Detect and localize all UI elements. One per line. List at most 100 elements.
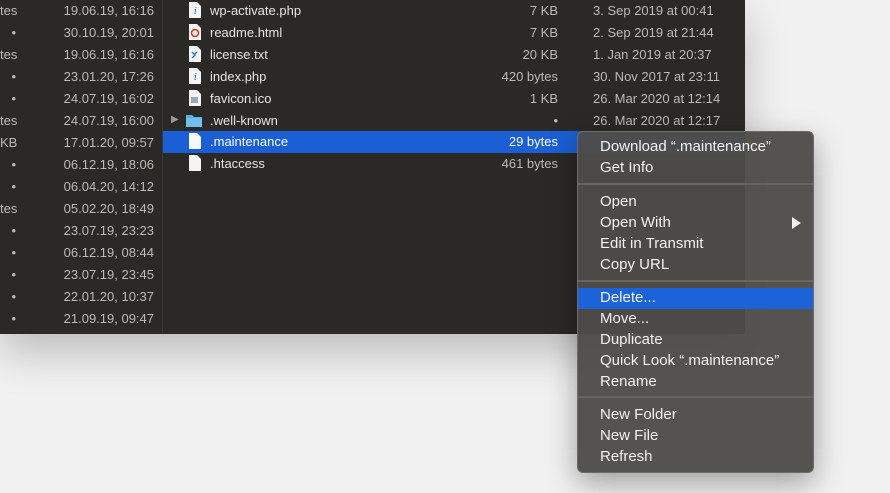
file-row[interactable]: readme.html 7 KB 2. Sep 2019 at 21:44 bbox=[163, 22, 745, 44]
file-name: readme.html bbox=[210, 25, 283, 40]
list-item[interactable]: • 22.01.20, 10:37 bbox=[0, 286, 162, 308]
file-row[interactable]: i wp-activate.php 7 KB 3. Sep 2019 at 00… bbox=[163, 0, 745, 22]
list-item[interactable]: • 06.12.19, 08:44 bbox=[0, 242, 162, 264]
file-name: .well-known bbox=[210, 113, 278, 128]
file-date: 19.06.19, 16:16 bbox=[63, 47, 154, 62]
list-item[interactable]: tes 24.07.19, 16:00 bbox=[0, 110, 162, 132]
menu-item-move[interactable]: Move... bbox=[578, 309, 813, 330]
file-size: tes bbox=[0, 47, 18, 62]
svg-text:i: i bbox=[194, 73, 197, 83]
menu-item-label: Duplicate bbox=[600, 331, 663, 348]
file-date: 06.12.19, 08:44 bbox=[63, 245, 154, 260]
menu-item-new-file[interactable]: New File bbox=[578, 426, 813, 447]
file-row[interactable]: favicon.ico 1 KB 26. Mar 2020 at 12:14 bbox=[163, 88, 745, 110]
menu-item-open[interactable]: Open bbox=[578, 192, 813, 213]
context-menu: Download “.maintenance” Get Info Open Op… bbox=[577, 131, 814, 473]
file-size: • bbox=[11, 267, 16, 282]
menu-separator bbox=[578, 396, 813, 398]
menu-item-duplicate[interactable]: Duplicate bbox=[578, 330, 813, 351]
list-item[interactable]: • 30.10.19, 20:01 bbox=[0, 22, 162, 44]
menu-item-label: New File bbox=[600, 427, 659, 444]
menu-separator bbox=[578, 183, 813, 185]
file-date: 21.09.19, 09:47 bbox=[63, 311, 154, 326]
list-item[interactable]: • 06.12.19, 18:06 bbox=[0, 154, 162, 176]
list-item[interactable]: KB 17.01.20, 09:57 bbox=[0, 132, 162, 154]
file-size: • bbox=[11, 311, 16, 326]
list-item[interactable]: • 06.04.20, 14:12 bbox=[0, 176, 162, 198]
menu-separator bbox=[578, 280, 813, 282]
disclosure-triangle-icon[interactable]: ▶ bbox=[171, 114, 179, 125]
file-size: 7 KB bbox=[529, 3, 558, 18]
menu-item-label: Refresh bbox=[600, 448, 653, 465]
menu-item-copy-url[interactable]: Copy URL bbox=[578, 255, 813, 276]
file-date: 30.10.19, 20:01 bbox=[63, 25, 154, 40]
list-item[interactable]: • 23.07.19, 23:23 bbox=[0, 220, 162, 242]
file-size: 420 bytes bbox=[501, 69, 558, 84]
blank-file-icon bbox=[189, 133, 201, 149]
php-file-icon: i bbox=[189, 2, 201, 18]
file-date: 30. Nov 2017 at 23:11 bbox=[593, 69, 720, 84]
file-size: • bbox=[11, 69, 16, 84]
file-size: 1 KB bbox=[529, 91, 558, 106]
file-size: • bbox=[11, 289, 16, 304]
file-name: favicon.ico bbox=[210, 91, 272, 106]
file-size: • bbox=[11, 223, 16, 238]
file-size: • bbox=[553, 113, 558, 128]
file-date: 23.01.20, 17:26 bbox=[63, 69, 154, 84]
folder-icon bbox=[186, 115, 202, 127]
menu-item-label: Open With bbox=[600, 214, 671, 231]
menu-item-label: Rename bbox=[600, 373, 657, 390]
file-size: tes bbox=[0, 3, 18, 18]
file-name: .htaccess bbox=[210, 156, 265, 171]
list-item[interactable]: • 23.01.20, 17:26 bbox=[0, 66, 162, 88]
list-item[interactable]: • 21.09.19, 09:47 bbox=[0, 308, 162, 330]
file-date: 24.07.19, 16:02 bbox=[63, 91, 154, 106]
file-date: 26. Mar 2020 at 12:17 bbox=[593, 113, 721, 128]
file-size: • bbox=[11, 245, 16, 260]
file-size: 7 KB bbox=[529, 25, 558, 40]
folder-row[interactable]: ▶ .well-known • 26. Mar 2020 at 12:17 bbox=[163, 110, 745, 132]
php-file-icon: i bbox=[189, 68, 201, 84]
file-date: 17.01.20, 09:57 bbox=[63, 135, 154, 150]
menu-item-delete[interactable]: Delete... bbox=[578, 288, 813, 309]
blank-file-icon bbox=[189, 155, 201, 171]
file-date: 23.07.19, 23:45 bbox=[63, 267, 154, 282]
file-date: 19.06.19, 16:16 bbox=[63, 3, 154, 18]
file-date: 06.04.20, 14:12 bbox=[63, 179, 154, 194]
menu-item-rename[interactable]: Rename bbox=[578, 372, 813, 393]
file-name: index.php bbox=[210, 69, 267, 84]
image-file-icon bbox=[189, 90, 201, 106]
list-item[interactable]: tes 19.06.19, 16:16 bbox=[0, 44, 162, 66]
list-item[interactable]: • 24.07.19, 16:02 bbox=[0, 88, 162, 110]
file-row[interactable]: i index.php 420 bytes 30. Nov 2017 at 23… bbox=[163, 66, 745, 88]
file-size: • bbox=[11, 157, 16, 172]
file-date: 23.07.19, 23:23 bbox=[63, 223, 154, 238]
file-row[interactable]: license.txt 20 KB 1. Jan 2019 at 20:37 bbox=[163, 44, 745, 66]
menu-item-download[interactable]: Download “.maintenance” bbox=[578, 137, 813, 158]
menu-item-label: Move... bbox=[600, 310, 650, 327]
html-file-icon bbox=[189, 24, 201, 40]
file-date: 05.02.20, 18:49 bbox=[63, 201, 154, 216]
menu-item-label: Get Info bbox=[600, 159, 654, 176]
menu-item-quick-look[interactable]: Quick Look “.maintenance” bbox=[578, 351, 813, 372]
file-date: 06.12.19, 18:06 bbox=[63, 157, 154, 172]
menu-item-label: Edit in Transmit bbox=[600, 235, 704, 252]
svg-text:i: i bbox=[194, 7, 197, 17]
list-item[interactable]: tes 05.02.20, 18:49 bbox=[0, 198, 162, 220]
file-name: .maintenance bbox=[210, 134, 289, 149]
file-date: 26. Mar 2020 at 12:14 bbox=[593, 91, 721, 106]
text-file-icon bbox=[189, 46, 201, 62]
menu-item-label: New Folder bbox=[600, 406, 677, 423]
file-date: 2. Sep 2019 at 21:44 bbox=[593, 25, 714, 40]
menu-item-label: Open bbox=[600, 193, 637, 210]
left-file-pane: tes 19.06.19, 16:16 • 30.10.19, 20:01 tes 1… bbox=[0, 0, 163, 334]
file-size: • bbox=[11, 25, 16, 40]
menu-item-new-folder[interactable]: New Folder bbox=[578, 405, 813, 426]
list-item[interactable]: • 23.07.19, 23:45 bbox=[0, 264, 162, 286]
menu-item-open-with[interactable]: Open With bbox=[578, 213, 813, 234]
menu-item-get-info[interactable]: Get Info bbox=[578, 158, 813, 179]
file-size: 461 bytes bbox=[501, 156, 558, 171]
list-item[interactable]: tes 19.06.19, 16:16 bbox=[0, 0, 162, 22]
menu-item-edit-in-transmit[interactable]: Edit in Transmit bbox=[578, 234, 813, 255]
menu-item-refresh[interactable]: Refresh bbox=[578, 447, 813, 468]
